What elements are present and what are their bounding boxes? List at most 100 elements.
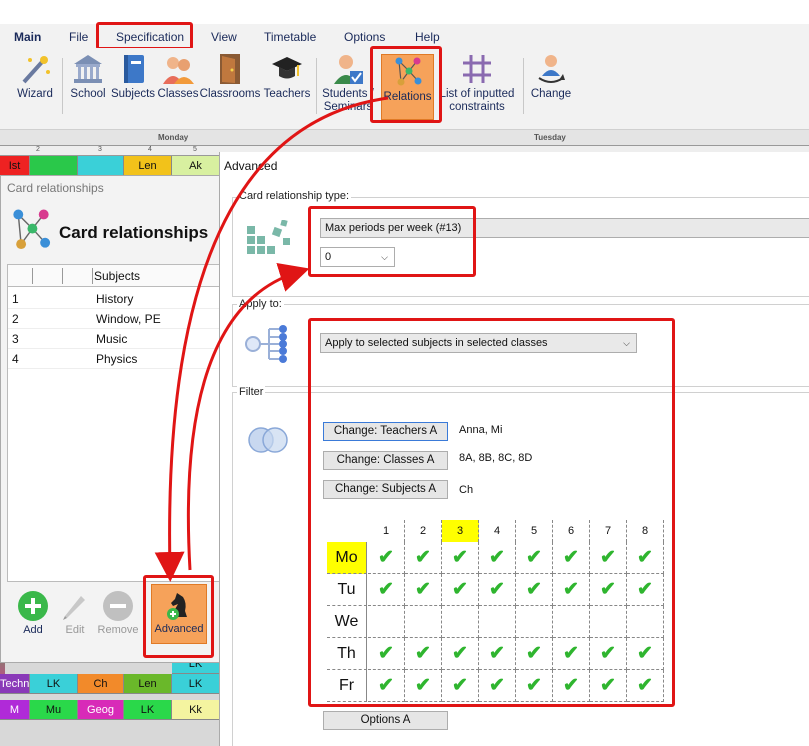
school-label: School	[70, 88, 106, 100]
tt-cell	[30, 156, 78, 176]
plus-circle-icon	[18, 591, 48, 621]
apply-to-label: Apply to:	[237, 298, 284, 310]
annotation-box-filter	[308, 318, 675, 707]
remove-button[interactable]: Remove	[95, 588, 141, 644]
classrooms-button[interactable]: Classrooms	[199, 52, 261, 122]
tt-cell	[78, 156, 124, 176]
tt-cell: LK	[30, 674, 78, 694]
add-label: Add	[23, 624, 43, 636]
relationship-type-label: Card relationship type:	[237, 190, 352, 202]
relationships-table: Subjects 1 History 2 Window, PE 3 Music …	[7, 264, 222, 582]
wand-icon	[22, 56, 50, 84]
tt-cell: Kk	[172, 700, 220, 720]
classes-label: Classes	[157, 88, 199, 100]
menu-file[interactable]: File	[69, 30, 88, 44]
grid-icon	[463, 55, 491, 83]
tt-cell: Ist	[0, 156, 30, 176]
card-relationships-heading: Card relationships	[59, 223, 209, 242]
menu-help[interactable]: Help	[415, 30, 440, 44]
students-seminars-button[interactable]: Students / Seminars	[321, 52, 375, 122]
annotation-box-relationship-type	[308, 206, 476, 277]
wizard-button[interactable]: Wizard	[12, 52, 58, 122]
menu-view[interactable]: View	[211, 30, 237, 44]
advanced-window: Advanced Card relationship type: Max per…	[219, 152, 809, 746]
period-header: 5	[193, 146, 197, 153]
window-title: Card relationships	[7, 181, 104, 195]
tt-cell: LK	[172, 674, 220, 694]
row-number: 2	[12, 312, 19, 326]
subjects-label: Subjects	[110, 88, 156, 100]
edit-label: Edit	[65, 624, 85, 636]
period-header: 4	[148, 146, 152, 153]
tt-cell: Geog	[78, 700, 124, 720]
edit-button[interactable]: Edit	[55, 588, 95, 644]
table-row[interactable]: 2 Window, PE	[8, 309, 222, 329]
minus-circle-icon	[103, 591, 133, 621]
table-row[interactable]: 1 History	[8, 289, 222, 309]
remove-label: Remove	[97, 624, 139, 636]
change-button[interactable]: Change	[527, 52, 575, 122]
classrooms-label: Classrooms	[199, 88, 261, 100]
menu-options[interactable]: Options	[344, 30, 385, 44]
annotation-box-specification	[96, 22, 193, 50]
teachers-label: Teachers	[263, 88, 311, 100]
table-row[interactable]: 4 Physics	[8, 349, 222, 369]
table-row[interactable]: 3 Music	[8, 329, 222, 349]
menu-timetable[interactable]: Timetable	[264, 30, 316, 44]
change-label: Change	[530, 88, 572, 100]
subjects-button[interactable]: Subjects	[110, 52, 156, 122]
graduation-cap-icon	[272, 57, 302, 79]
table-header: Subjects	[8, 265, 222, 287]
tt-cell: Ch	[78, 674, 124, 694]
ribbon-separator	[523, 58, 524, 114]
row-subject: History	[96, 292, 134, 306]
tt-cell: LK	[124, 700, 172, 720]
annotation-box-relations	[370, 46, 442, 123]
period-header: 3	[98, 146, 102, 153]
tt-cell: Ak	[172, 156, 220, 176]
row-subject: Window, PE	[96, 312, 161, 326]
people-icon	[163, 57, 194, 84]
tt-cell: Len	[124, 156, 172, 176]
annotation-box-advanced	[143, 575, 214, 658]
student-check-icon	[334, 55, 363, 84]
tt-cell: Len	[124, 674, 172, 694]
book-icon	[124, 55, 144, 83]
filter-label: Filter	[237, 386, 266, 398]
options-button[interactable]: Options A	[323, 711, 448, 730]
students-seminars-label: Students / Seminars	[322, 88, 374, 113]
tt-cell: Techn.	[0, 674, 32, 694]
day-header-monday: Monday	[158, 133, 189, 142]
pencil-icon	[63, 596, 85, 620]
relations-network-icon	[13, 209, 51, 250]
add-button[interactable]: Add	[11, 588, 55, 644]
ribbon-separator	[62, 58, 63, 114]
day-header-tuesday: Tuesday	[534, 133, 566, 142]
tt-cell: Mu	[30, 700, 78, 720]
wizard-label: Wizard	[17, 88, 53, 100]
column-header-subjects: Subjects	[94, 269, 141, 283]
row-subject: Physics	[96, 352, 138, 366]
tree-branch-icon	[245, 325, 287, 363]
options-label: Options A	[360, 714, 411, 726]
school-button[interactable]: School	[66, 52, 110, 122]
menu-main[interactable]: Main	[14, 30, 41, 44]
teachers-button[interactable]: Teachers	[262, 52, 312, 122]
row-subject: Music	[96, 332, 128, 346]
user-swap-icon	[538, 55, 565, 83]
constraints-list-button[interactable]: List of inputted constraints	[436, 52, 518, 122]
ribbon-separator	[316, 58, 317, 114]
classes-button[interactable]: Classes	[156, 52, 200, 122]
venn-diagram-icon	[248, 427, 288, 453]
period-header: 2	[36, 146, 40, 153]
title-strip	[0, 0, 809, 24]
row-number: 1	[12, 292, 19, 306]
blocks-icon	[247, 220, 290, 254]
advanced-title: Advanced	[224, 159, 278, 173]
school-building-icon	[74, 55, 102, 83]
row-number: 4	[12, 352, 19, 366]
tt-cell: M	[0, 700, 30, 720]
row-number: 3	[12, 332, 19, 346]
constraints-list-label: List of inputted constraints	[439, 88, 515, 113]
door-icon	[220, 54, 240, 84]
